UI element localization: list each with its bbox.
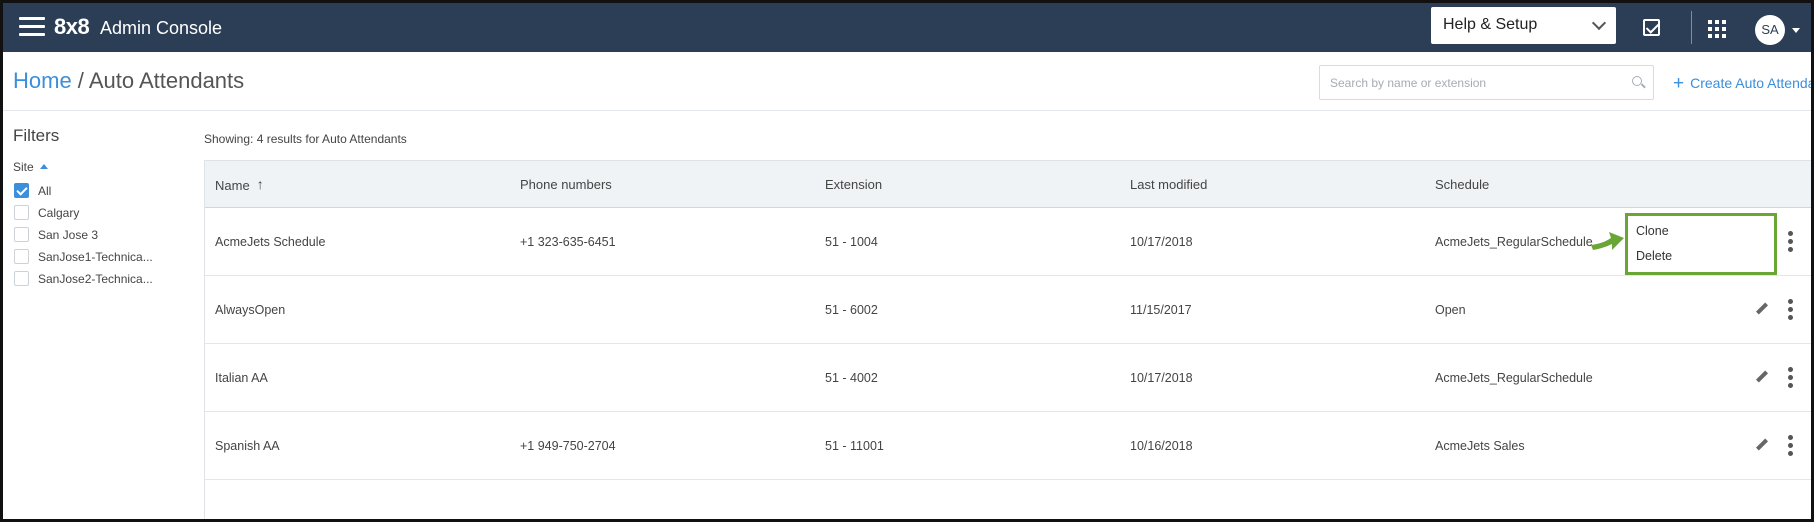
filter-option-label: Calgary [38,206,80,220]
help-setup-label: Help & Setup [1443,16,1538,33]
cell-last-modified: 10/17/2018 [1130,371,1193,385]
help-setup-dropdown[interactable]: Help & Setup [1431,7,1616,44]
top-navigation-bar: 8x8 Admin Console Help & Setup SA [3,3,1811,52]
site-filter-toggle[interactable]: Site [13,160,48,174]
cell-last-modified: 10/16/2018 [1130,439,1193,453]
column-header-schedule[interactable]: Schedule [1435,177,1489,192]
checkbox[interactable] [14,271,29,286]
apps-grid-icon[interactable] [1708,20,1726,38]
filters-title: Filters [13,126,60,145]
chevron-down-icon [1591,15,1607,31]
filter-option-label: SanJose2-Technica... [38,272,153,286]
edit-pencil-icon[interactable] [1755,303,1769,317]
edit-pencil-icon[interactable] [1755,439,1769,453]
hamburger-menu-icon[interactable] [19,17,45,39]
search-input[interactable] [1330,74,1620,92]
cell-extension: 51 - 11001 [825,439,884,453]
checkbox[interactable] [14,249,29,264]
tasks-checkbox-icon[interactable] [1643,19,1660,36]
column-header-phone[interactable]: Phone numbers [520,177,612,192]
cell-name: AcmeJets Schedule [215,235,326,249]
site-filter-label: Site [13,160,34,174]
checkbox[interactable] [14,205,29,220]
cell-last-modified: 10/17/2018 [1130,235,1193,249]
plus-icon: + [1673,73,1685,94]
checkbox[interactable] [14,227,29,242]
app-window: 8x8 Admin Console Help & Setup SA Home /… [0,0,1814,522]
green-pointer-arrow-icon [1591,232,1624,250]
filter-option-label: SanJose1-Technica... [38,250,153,264]
topbar-divider [1691,11,1692,44]
checkbox-checked[interactable] [14,183,29,198]
menu-item-clone[interactable]: Clone [1636,224,1669,238]
cell-extension: 51 - 1004 [825,235,878,249]
cell-name: Italian AA [215,371,268,385]
row-context-menu: Clone Delete [1625,213,1777,275]
caret-up-icon [39,164,48,169]
cell-schedule: AcmeJets_RegularSchedule [1435,371,1593,385]
cell-schedule: AcmeJets_RegularSchedule [1435,235,1593,249]
page-title: Auto Attendants [88,68,245,93]
table-row[interactable]: AlwaysOpen 51 - 6002 11/15/2017 Open [205,276,1811,344]
cell-extension: 51 - 6002 [825,303,878,317]
column-header-label: Name [215,178,250,193]
create-auto-attendant-label: Create Auto Attendant [1690,75,1814,91]
more-options-kebab-icon[interactable] [1788,435,1794,457]
brand-logo: 8x8 [54,14,90,39]
sort-ascending-icon: ↑ [256,176,264,192]
search-box [1319,65,1654,100]
table-row[interactable]: AcmeJets Schedule +1 323-635-6451 51 - 1… [205,208,1811,276]
more-options-kebab-icon[interactable] [1788,367,1794,389]
results-count: Showing: 4 results for Auto Attendants [204,132,407,146]
filter-option-label: All [38,184,52,198]
breadcrumb-home-link[interactable]: Home [13,68,72,93]
cell-last-modified: 11/15/2017 [1130,303,1192,317]
cell-schedule: AcmeJets Sales [1435,439,1525,453]
cell-extension: 51 - 4002 [825,371,878,385]
create-auto-attendant-button[interactable]: + Create Auto Attendant [1673,72,1814,94]
column-header-last-modified[interactable]: Last modified [1130,177,1207,192]
breadcrumb: Home / Auto Attendants [13,68,244,94]
header-divider [3,110,1811,111]
more-options-kebab-icon[interactable] [1788,231,1794,253]
cell-name: Spanish AA [215,439,280,453]
cell-name: AlwaysOpen [215,303,286,317]
breadcrumb-separator: / [71,68,89,93]
app-title: Admin Console [100,18,223,38]
caret-down-icon[interactable] [1792,28,1800,33]
filter-option-label: San Jose 3 [38,228,99,242]
table-row[interactable]: Spanish AA +1 949-750-2704 51 - 11001 10… [205,412,1811,480]
table-header: Name ↑ Phone numbers Extension Last modif… [205,160,1811,208]
more-options-kebab-icon[interactable] [1788,299,1794,321]
edit-pencil-icon[interactable] [1755,371,1769,385]
auto-attendants-table: Name ↑ Phone numbers Extension Last modif… [204,160,1811,519]
table-row[interactable]: Italian AA 51 - 4002 10/17/2018 AcmeJets… [205,344,1811,412]
cell-phone: +1 949-750-2704 [520,439,616,453]
search-icon[interactable] [1632,76,1642,86]
column-header-extension[interactable]: Extension [825,177,882,192]
user-avatar[interactable]: SA [1755,15,1785,45]
cell-phone: +1 323-635-6451 [520,235,616,249]
menu-item-delete[interactable]: Delete [1636,249,1672,263]
cell-schedule: Open [1435,303,1466,317]
column-header-name[interactable]: Name ↑ [215,176,264,193]
